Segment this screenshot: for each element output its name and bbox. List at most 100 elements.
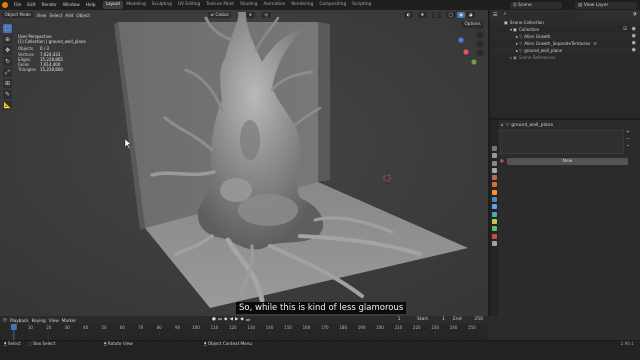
slot-menu-icon[interactable]: ⌄ bbox=[626, 143, 630, 148]
object-mode-dropdown[interactable]: Object Mode bbox=[2, 11, 34, 19]
object-tab-icon[interactable] bbox=[491, 189, 497, 195]
tab-layout[interactable]: Layout bbox=[102, 1, 124, 9]
timeline-ruler[interactable]: 0102030405060708090100110120130140150160… bbox=[0, 324, 488, 340]
viewport-menu-add[interactable]: Add bbox=[65, 13, 73, 18]
jump-start-icon[interactable]: ⏮ bbox=[218, 317, 222, 323]
world-tab-icon[interactable] bbox=[491, 182, 497, 188]
timeline-menu-view[interactable]: View bbox=[49, 318, 59, 323]
modifier-tab-icon[interactable] bbox=[491, 197, 497, 203]
new-material-button[interactable]: New bbox=[506, 158, 628, 165]
timeline-editor-icon[interactable]: ◷ bbox=[3, 318, 7, 323]
tab-sculpting[interactable]: Sculpting bbox=[149, 1, 175, 9]
transform-tool[interactable]: ⊞ bbox=[3, 79, 12, 88]
menu-edit[interactable]: Edit bbox=[24, 3, 38, 8]
outliner-item-alien-growth-separate-tentacles[interactable]: ▸ ▽ Alien Growth_SeparateTentacles ⚙ ◉ bbox=[490, 40, 640, 47]
play-icon[interactable]: ▶ bbox=[235, 317, 238, 323]
cursor-tool[interactable]: ⊕ bbox=[3, 35, 12, 44]
tab-texture-paint[interactable]: Texture Paint bbox=[203, 1, 237, 9]
expand-arrow-icon[interactable]: ▾ bbox=[510, 26, 512, 33]
viewport-menu-view[interactable]: View bbox=[36, 13, 46, 18]
end-frame-field[interactable]: End 250 bbox=[450, 317, 486, 323]
eye-icon[interactable]: ◉ bbox=[632, 47, 636, 54]
gizmo-toggle[interactable]: ✥ bbox=[418, 11, 427, 19]
next-keyframe-icon[interactable]: ◆ bbox=[240, 317, 243, 323]
tab-scripting[interactable]: Scripting bbox=[349, 1, 374, 9]
tab-modeling[interactable]: Modeling bbox=[123, 1, 149, 9]
material-shading-button[interactable]: ◕ bbox=[466, 11, 475, 19]
menu-render[interactable]: Render bbox=[39, 3, 60, 8]
annotate-tool[interactable]: ✎ bbox=[3, 90, 12, 99]
prev-keyframe-icon[interactable]: ◆ bbox=[224, 317, 227, 323]
outliner-item-ground-wall-plane[interactable]: ▸ ▽ ground_wall_plane ◉ bbox=[490, 47, 640, 54]
3d-viewport[interactable]: Object Mode View Select Add Object ⇄ Glo… bbox=[0, 10, 488, 316]
expand-arrow-icon[interactable]: ▸ bbox=[510, 54, 512, 61]
rotate-tool[interactable]: ↻ bbox=[3, 57, 12, 66]
remove-slot-icon[interactable]: − bbox=[626, 137, 630, 142]
play-reverse-icon[interactable]: ◀ bbox=[229, 317, 232, 323]
measure-tool[interactable]: 📐 bbox=[3, 101, 12, 110]
start-frame-field[interactable]: Start 1 bbox=[414, 317, 448, 323]
snap-toggle[interactable]: ⋔ bbox=[246, 11, 255, 19]
visibility-dropdown[interactable]: ◐ bbox=[404, 11, 413, 19]
blender-logo-icon[interactable] bbox=[2, 2, 8, 8]
view-layer-selector[interactable]: ▤ View Layer bbox=[575, 1, 637, 9]
constraints-tab-icon[interactable] bbox=[491, 218, 497, 224]
options-dropdown[interactable]: Options bbox=[462, 21, 484, 28]
outliner-search-input[interactable]: ⌕ bbox=[500, 11, 581, 18]
menu-help[interactable]: Help bbox=[83, 3, 99, 8]
tab-animation[interactable]: Animation bbox=[260, 1, 288, 9]
material-browse-icon[interactable]: ● bbox=[500, 159, 504, 164]
material-slot-list[interactable] bbox=[500, 130, 624, 154]
proportional-edit-toggle[interactable]: ◎ bbox=[262, 11, 271, 19]
add-slot-icon[interactable]: + bbox=[626, 130, 630, 135]
jump-end-icon[interactable]: ⏭ bbox=[246, 317, 250, 323]
solid-shading-button[interactable]: ● bbox=[456, 11, 466, 19]
menu-file[interactable]: File bbox=[11, 3, 24, 8]
scene-selector[interactable]: ⛭ Scene bbox=[510, 1, 562, 9]
record-icon[interactable]: ● bbox=[212, 317, 216, 323]
move-tool[interactable]: ✥ bbox=[3, 46, 12, 55]
menu-window[interactable]: Window bbox=[60, 3, 83, 8]
scale-tool[interactable]: ⤢ bbox=[3, 68, 12, 77]
scene-tab-icon[interactable] bbox=[491, 175, 497, 181]
outliner-item-scene-collection[interactable]: ▣ Scene Collection bbox=[490, 19, 640, 26]
timeline-menu-marker[interactable]: Marker bbox=[62, 318, 76, 323]
physics-tab-icon[interactable] bbox=[491, 211, 497, 217]
outliner-item-alien-growth[interactable]: ▸ ▽ Alien Growth ◉ bbox=[490, 33, 640, 40]
pin-icon[interactable]: ⊿ bbox=[500, 123, 504, 128]
outliner-item-collection[interactable]: ▾ ▣ Collection ☑ ◉ bbox=[490, 26, 640, 33]
tool-tab-icon[interactable] bbox=[491, 146, 497, 151]
particles-tab-icon[interactable] bbox=[491, 204, 497, 210]
tab-uv-editing[interactable]: UV Editing bbox=[175, 1, 203, 9]
eye-icon[interactable]: ◉ bbox=[632, 26, 636, 33]
transform-orientation-dropdown[interactable]: ⇄ Global bbox=[208, 11, 232, 19]
overlay-toggle[interactable]: ◌ bbox=[432, 11, 441, 19]
playhead[interactable] bbox=[10, 324, 17, 330]
render-tab-icon[interactable] bbox=[491, 153, 497, 159]
material-tab-icon[interactable] bbox=[491, 233, 497, 239]
wireframe-shading-button[interactable]: ◯ bbox=[446, 11, 456, 19]
filter-icon[interactable]: ⧩ bbox=[633, 12, 637, 18]
checkbox-icon[interactable]: ☑ bbox=[623, 26, 627, 33]
outliner-editor-icon[interactable]: ☰ bbox=[493, 12, 497, 18]
output-tab-icon[interactable] bbox=[491, 160, 497, 166]
select-box-tool[interactable]: ⬚ bbox=[3, 24, 12, 33]
current-frame-field[interactable]: 1 bbox=[388, 317, 410, 323]
tab-compositing[interactable]: Compositing bbox=[316, 1, 349, 9]
texture-tab-icon[interactable] bbox=[491, 240, 497, 246]
timeline-menu-playback[interactable]: Playback bbox=[10, 318, 29, 323]
tab-rendering[interactable]: Rendering bbox=[288, 1, 316, 9]
eye-icon[interactable]: ◉ bbox=[632, 40, 636, 47]
eye-icon[interactable]: ◉ bbox=[632, 33, 636, 40]
outliner-tree: ▣ Scene Collection ▾ ▣ Collection ☑ ◉ ▸ ▽ Alie… bbox=[490, 19, 640, 61]
expand-arrow-icon[interactable]: ▸ bbox=[516, 33, 518, 40]
timeline-menu-keying[interactable]: Keying bbox=[32, 318, 46, 323]
data-tab-icon[interactable] bbox=[491, 226, 497, 232]
view-layer-tab-icon[interactable] bbox=[491, 167, 497, 173]
viewport-menu-object[interactable]: Object bbox=[76, 13, 90, 18]
outliner-item-scene-references[interactable]: ▸ ▣ Scene References bbox=[490, 54, 640, 61]
expand-arrow-icon[interactable]: ▸ bbox=[516, 40, 518, 47]
expand-arrow-icon[interactable]: ▸ bbox=[516, 47, 518, 54]
viewport-menu-select[interactable]: Select bbox=[49, 13, 62, 18]
tab-shading[interactable]: Shading bbox=[237, 1, 260, 9]
